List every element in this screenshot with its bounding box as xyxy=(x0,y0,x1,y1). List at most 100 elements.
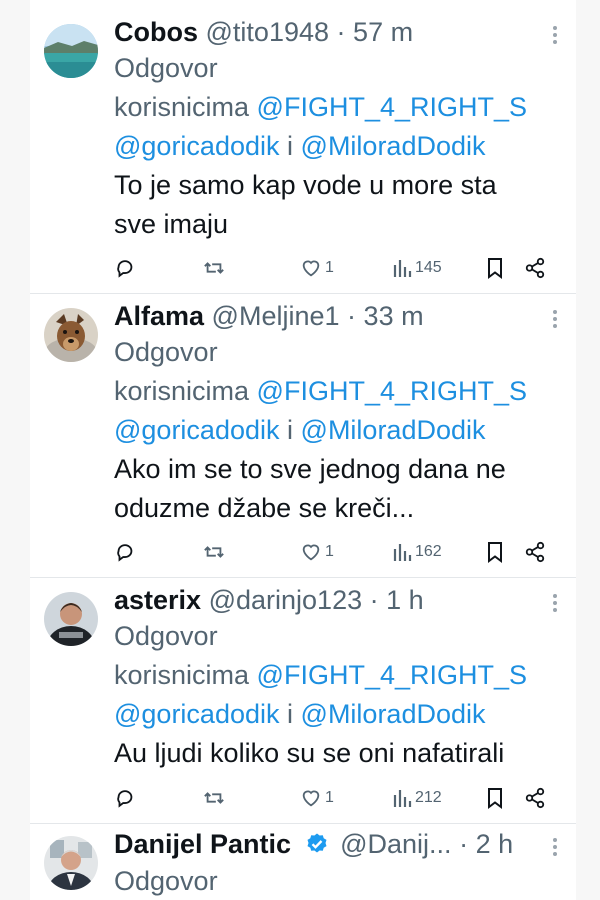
timestamp[interactable]: 33 m xyxy=(364,301,424,331)
share-button[interactable] xyxy=(524,786,546,810)
timestamp[interactable]: 2 h xyxy=(476,829,514,859)
replying-prefix: Odgovor xyxy=(114,337,218,367)
like-button[interactable]: 1 xyxy=(300,540,334,564)
bookmark-button[interactable] xyxy=(486,256,504,280)
timestamp[interactable]: 1 h xyxy=(386,585,424,615)
reply-tweet[interactable]: asterix @darinjo123 · 1 h Odgovor korisn… xyxy=(30,578,576,822)
reply-button[interactable] xyxy=(114,540,136,564)
mention-link[interactable]: @MiloradDodik xyxy=(301,699,486,729)
replying-prefix: Odgovor xyxy=(114,866,218,896)
like-button[interactable]: 1 xyxy=(300,786,334,810)
mention-link[interactable]: @goricadodik xyxy=(114,131,280,161)
like-button[interactable]: 1 xyxy=(300,256,334,280)
app-frame: Cobos @tito1948 · 57 m Odgovor korisnici… xyxy=(0,0,600,900)
timestamp[interactable]: 57 m xyxy=(353,17,413,47)
action-bar: 1 162 xyxy=(114,540,554,564)
lake-landscape-avatar[interactable] xyxy=(44,24,98,78)
separator-dot: · xyxy=(369,585,379,615)
dog-avatar[interactable] xyxy=(44,308,98,362)
views-button[interactable]: 212 xyxy=(392,786,442,810)
left-gutter xyxy=(0,0,30,900)
user-handle[interactable]: @darinjo123 xyxy=(209,585,363,615)
tweet-text-line: Au ljudi koliko su se oni nafatirali xyxy=(114,738,505,768)
person-suit-avatar[interactable] xyxy=(44,836,98,890)
heart-icon xyxy=(302,260,320,277)
view-count: 162 xyxy=(415,543,442,560)
heart-icon xyxy=(302,790,320,807)
replying-word: korisnicima xyxy=(114,376,250,406)
share-button[interactable] xyxy=(524,256,546,280)
reply-button[interactable] xyxy=(114,786,136,810)
tweet-header: asterix @darinjo123 · 1 h xyxy=(114,582,566,618)
user-handle[interactable]: @Danij... xyxy=(340,829,451,859)
bookmark-button[interactable] xyxy=(486,786,504,810)
mention-link[interactable]: @goricadodik xyxy=(114,415,280,445)
views-chart-icon xyxy=(393,790,412,807)
person-avatar[interactable] xyxy=(44,592,98,646)
user-handle[interactable]: @tito1948 xyxy=(206,17,330,47)
reply-button[interactable] xyxy=(114,256,136,280)
bookmark-button[interactable] xyxy=(486,540,504,564)
display-name[interactable]: asterix xyxy=(114,585,201,615)
more-options-icon[interactable] xyxy=(552,591,558,615)
share-button[interactable] xyxy=(524,540,546,564)
more-options-icon[interactable] xyxy=(552,307,558,331)
tweet-text-line: sve imaju xyxy=(114,209,229,239)
tweet-text-line: To je samo kap vode u more sta xyxy=(114,170,497,200)
replying-prefix: Odgovor xyxy=(114,53,218,83)
tweet-text-line: oduzme džabe se kreči... xyxy=(114,493,415,523)
view-count: 145 xyxy=(415,259,442,276)
display-name[interactable]: Danijel Pantic xyxy=(114,829,291,859)
mention-link[interactable]: @FIGHT_4_RIGHT_S xyxy=(257,660,527,690)
separator-dot: · xyxy=(459,829,469,859)
replying-prefix: Odgovor xyxy=(114,621,218,651)
display-name[interactable]: Alfama xyxy=(114,301,204,331)
retweet-icon xyxy=(204,546,224,558)
bookmark-icon xyxy=(488,542,502,563)
bookmark-icon xyxy=(488,788,502,809)
action-bar: 1 145 xyxy=(114,256,554,280)
reply-icon xyxy=(117,544,133,562)
retweet-button[interactable] xyxy=(202,540,226,564)
like-count: 1 xyxy=(325,543,334,560)
tweet-text-line: Ako im se to sve jednog dana ne xyxy=(114,454,506,484)
views-button[interactable]: 162 xyxy=(392,540,442,564)
reply-feed: Cobos @tito1948 · 57 m Odgovor korisnici… xyxy=(30,0,576,900)
reply-icon xyxy=(117,260,133,278)
mention-link[interactable]: @FIGHT_4_RIGHT_S xyxy=(257,376,527,406)
mention-link[interactable]: @MiloradDodik xyxy=(301,415,486,445)
mention-link[interactable]: @MiloradDodik xyxy=(301,131,486,161)
joiner-word: i xyxy=(287,699,294,729)
reply-tweet[interactable]: Alfama @Meljine1 · 33 m Odgovor korisnic… xyxy=(30,294,576,576)
replying-word: korisnicima xyxy=(114,92,250,122)
replying-to: Odgovor korisnicima @FIGHT_4_RIGHT_S @go… xyxy=(114,617,544,734)
separator-dot: · xyxy=(336,17,346,47)
views-button[interactable]: 145 xyxy=(392,256,442,280)
reply-tweet[interactable]: Danijel Pantic @Danij... · 2 h Odgovor xyxy=(30,824,576,900)
display-name[interactable]: Cobos xyxy=(114,17,198,47)
tweet-header: Danijel Pantic @Danij... · 2 h xyxy=(114,826,566,862)
mention-link[interactable]: @FIGHT_4_RIGHT_S xyxy=(257,92,527,122)
views-chart-icon xyxy=(393,544,412,561)
retweet-button[interactable] xyxy=(202,256,226,280)
joiner-word: i xyxy=(287,415,294,445)
more-options-icon[interactable] xyxy=(552,23,558,47)
tweet-text: Au ljudi koliko su se oni nafatirali xyxy=(114,734,574,773)
more-options-icon[interactable] xyxy=(552,835,558,859)
reply-tweet[interactable]: Cobos @tito1948 · 57 m Odgovor korisnici… xyxy=(30,0,576,292)
verified-badge-icon xyxy=(307,833,327,853)
bookmark-icon xyxy=(488,258,502,279)
view-count: 212 xyxy=(415,789,442,806)
reply-icon xyxy=(117,790,133,808)
tweet-header: Alfama @Meljine1 · 33 m xyxy=(114,298,566,334)
mention-link[interactable]: @goricadodik xyxy=(114,699,280,729)
share-icon xyxy=(525,541,545,563)
retweet-icon xyxy=(204,792,224,804)
tweet-text: Ako im se to sve jednog dana ne oduzme d… xyxy=(114,450,554,528)
user-handle[interactable]: @Meljine1 xyxy=(212,301,340,331)
action-bar: 1 212 xyxy=(114,786,554,810)
replying-to: Odgovor korisnicima @FIGHT_4_RIGHT_S @go… xyxy=(114,333,544,450)
retweet-button[interactable] xyxy=(202,786,226,810)
replying-to: Odgovor korisnicima @FIGHT_4_RIGHT_S @go… xyxy=(114,49,544,166)
heart-icon xyxy=(302,544,320,561)
